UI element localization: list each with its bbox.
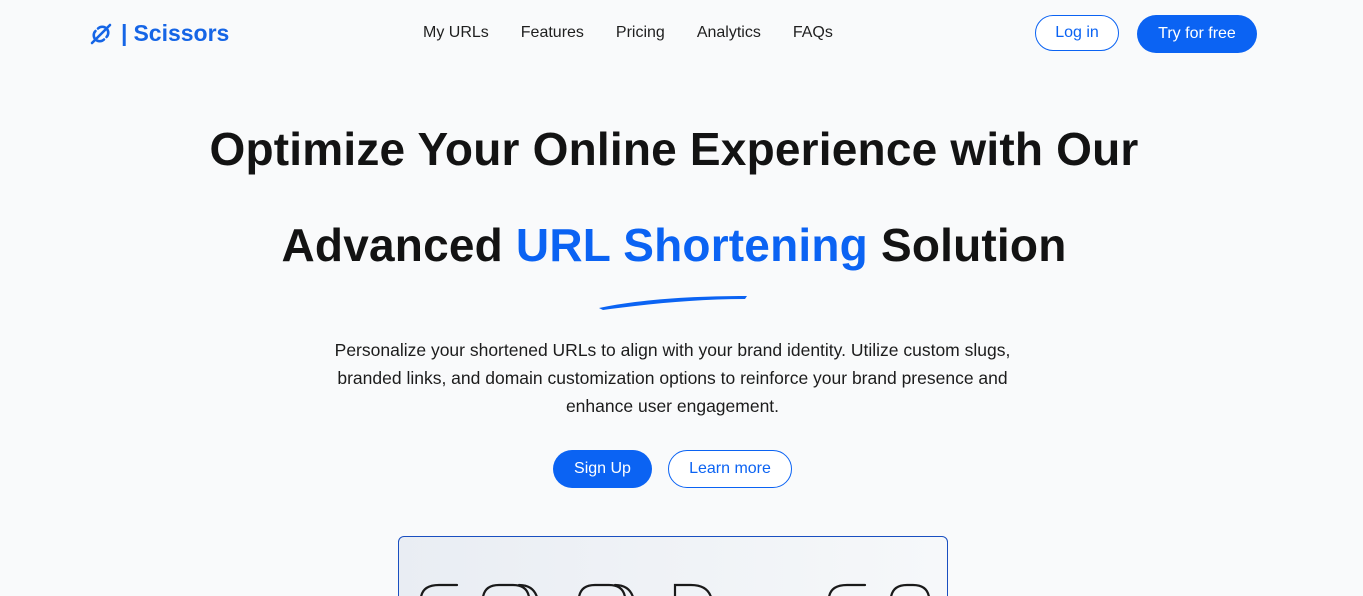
nav-link-features[interactable]: Features xyxy=(521,24,584,42)
brush-underline-icon xyxy=(599,296,747,310)
hero-title-prefix: Advanced xyxy=(281,219,516,271)
brand-separator: | xyxy=(121,20,128,46)
hero-title-suffix: Solution xyxy=(867,219,1067,271)
sign-up-button[interactable]: Sign Up xyxy=(553,450,652,488)
nav-link-faqs[interactable]: FAQs xyxy=(793,24,833,42)
login-button[interactable]: Log in xyxy=(1035,15,1119,51)
hero-subtitle: Personalize your shortened URLs to align… xyxy=(334,340,1011,416)
nav-link-analytics[interactable]: Analytics xyxy=(697,24,761,42)
nav-link-pricing[interactable]: Pricing xyxy=(616,24,665,42)
page: | Scissors My URLs Features Pricing Anal… xyxy=(0,0,1348,596)
nav-link-my-urls[interactable]: My URLs xyxy=(423,24,489,42)
hero-title-accent: URL Shortening xyxy=(515,219,868,271)
url-preview-card xyxy=(398,536,948,596)
brand-name: Scissors xyxy=(133,20,230,46)
try-for-free-button[interactable]: Try for free xyxy=(1137,15,1257,53)
hero-title-line1: Optimize Your Online Experience with Our xyxy=(209,123,1139,175)
link-broken-icon xyxy=(89,22,113,46)
brand-logo[interactable]: | Scissors xyxy=(89,20,229,47)
top-navigation: | Scissors My URLs Features Pricing Anal… xyxy=(0,0,1348,68)
nav-links: My URLs Features Pricing Analytics FAQs xyxy=(423,24,865,42)
hero-title-line2: Advanced URL Shortening Solution xyxy=(0,218,1348,272)
learn-more-button[interactable]: Learn more xyxy=(668,450,792,488)
preview-illustration xyxy=(420,583,930,596)
